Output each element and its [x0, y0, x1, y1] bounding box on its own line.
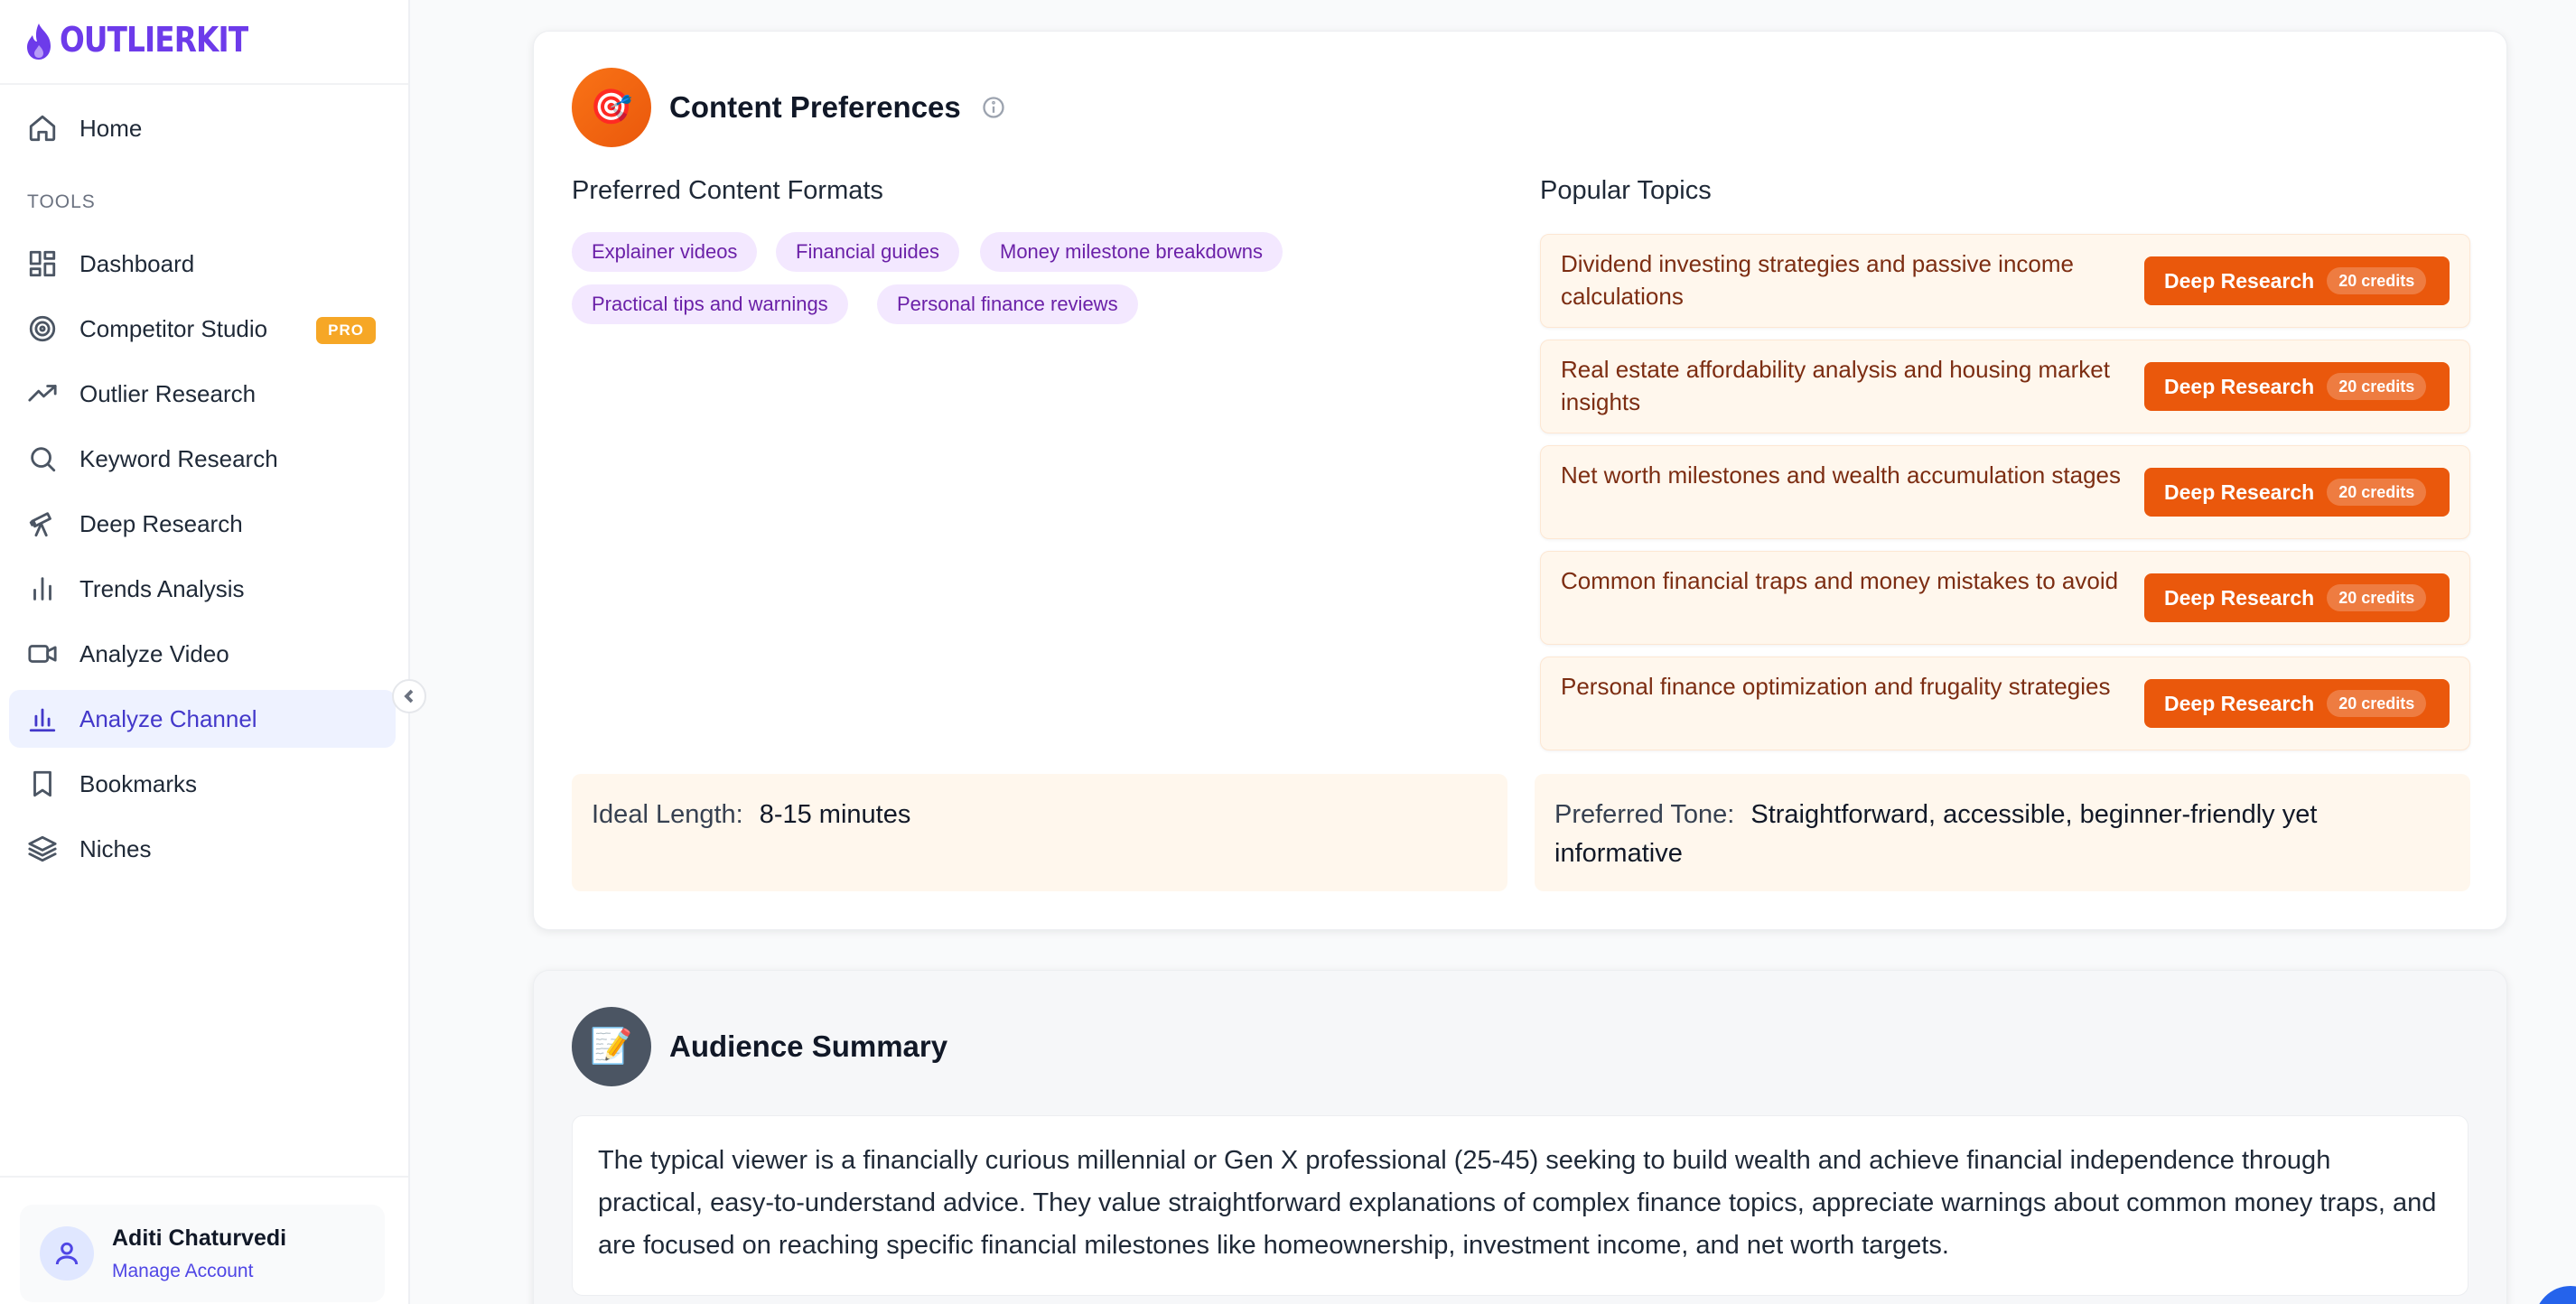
- sidebar-item-label: Dashboard: [79, 249, 195, 277]
- topic-row: Real estate affordability analysis and h…: [1540, 340, 2470, 433]
- avatar: [40, 1226, 94, 1281]
- button-label: Deep Research: [2164, 585, 2315, 610]
- sidebar-item-label: Trends Analysis: [79, 574, 245, 602]
- card-header: 🎯 Content Preferences: [572, 68, 1006, 147]
- credits-badge: 20 credits: [2327, 373, 2427, 400]
- topic-text: Dividend investing strategies and passiv…: [1561, 250, 2074, 310]
- user-icon: [55, 1242, 79, 1265]
- sidebar-item-bookmarks[interactable]: Bookmarks: [9, 755, 396, 813]
- topic-text: Personal finance optimization and frugal…: [1561, 673, 2111, 700]
- deep-research-button[interactable]: Deep Research 20 credits: [2144, 573, 2450, 622]
- deep-research-button[interactable]: Deep Research 20 credits: [2144, 468, 2450, 517]
- credits-badge: 20 credits: [2327, 690, 2427, 717]
- format-tag: Financial guides: [776, 232, 959, 272]
- content-preferences-card: 🎯 Content Preferences Preferred Content …: [533, 31, 2507, 930]
- logo[interactable]: OUTLIERKIT: [0, 0, 408, 85]
- card-title: Audience Summary: [669, 1029, 948, 1063]
- sidebar: OUTLIERKIT Home TOOLS Dashboard Competit…: [0, 0, 410, 1304]
- sidebar-item-trends-analysis[interactable]: Trends Analysis: [9, 560, 396, 618]
- floating-action-button[interactable]: [2534, 1286, 2576, 1304]
- format-tag: Personal finance reviews: [877, 284, 1138, 324]
- sidebar-item-label: Keyword Research: [79, 444, 278, 472]
- sidebar-item-label: Deep Research: [79, 509, 243, 537]
- sidebar-item-analyze-video[interactable]: Analyze Video: [9, 625, 396, 683]
- sidebar-item-analyze-channel[interactable]: Analyze Channel: [9, 690, 396, 748]
- ideal-length-value: 8-15 minutes: [759, 800, 911, 829]
- topic-text: Real estate affordability analysis and h…: [1561, 356, 2110, 415]
- bookmark-icon: [27, 768, 58, 799]
- button-label: Deep Research: [2164, 691, 2315, 715]
- button-label: Deep Research: [2164, 268, 2315, 293]
- sidebar-item-keyword-research[interactable]: Keyword Research: [9, 430, 396, 488]
- info-icon[interactable]: [981, 95, 1006, 120]
- sidebar-item-outlier-research[interactable]: Outlier Research: [9, 365, 396, 423]
- sidebar-item-label: Niches: [79, 834, 152, 862]
- sidebar-item-deep-research[interactable]: Deep Research: [9, 495, 396, 553]
- chevron-left-icon: [404, 689, 414, 703]
- sidebar-item-home[interactable]: Home: [9, 99, 396, 157]
- target-emoji-icon: 🎯: [572, 68, 651, 147]
- sidebar-item-label: Bookmarks: [79, 769, 198, 797]
- format-tag: Practical tips and warnings: [572, 284, 848, 324]
- sidebar-item-label: Competitor Studio: [79, 314, 268, 342]
- audience-summary-card: 📝 Audience Summary The typical viewer is…: [533, 970, 2507, 1304]
- audience-summary-text: The typical viewer is a financially curi…: [572, 1115, 2469, 1296]
- topic-row: Dividend investing strategies and passiv…: [1540, 234, 2470, 328]
- format-tag: Money milestone breakdowns: [980, 232, 1283, 272]
- target-icon: [27, 313, 58, 344]
- topic-row: Net worth milestones and wealth accumula…: [1540, 445, 2470, 539]
- card-header: 📝 Audience Summary: [572, 1007, 947, 1086]
- brand-name: OUTLIERKIT: [60, 20, 248, 60]
- credits-badge: 20 credits: [2327, 267, 2427, 294]
- topics-title: Popular Topics: [1540, 176, 1712, 205]
- flame-logo-icon: [27, 23, 51, 60]
- deep-research-button[interactable]: Deep Research 20 credits: [2144, 256, 2450, 305]
- card-title: Content Preferences: [669, 90, 961, 124]
- video-icon: [27, 638, 58, 669]
- formats-title: Preferred Content Formats: [572, 176, 883, 205]
- pro-badge: PRO: [316, 317, 376, 344]
- account-section: Aditi Chaturvedi Manage Account: [0, 1176, 408, 1304]
- preferred-tone-box: Preferred Tone: Straightforward, accessib…: [1535, 774, 2470, 891]
- dashboard-icon: [27, 248, 58, 279]
- preferred-tone-label: Preferred Tone:: [1554, 800, 1735, 829]
- deep-research-button[interactable]: Deep Research 20 credits: [2144, 679, 2450, 728]
- format-tag: Explainer videos: [572, 232, 758, 272]
- deep-research-button[interactable]: Deep Research 20 credits: [2144, 362, 2450, 411]
- credits-badge: 20 credits: [2327, 584, 2427, 611]
- button-label: Deep Research: [2164, 374, 2315, 398]
- topic-row: Common financial traps and money mistake…: [1540, 551, 2470, 645]
- sidebar-item-niches[interactable]: Niches: [9, 820, 396, 878]
- account-name: Aditi Chaturvedi: [112, 1225, 287, 1251]
- credits-badge: 20 credits: [2327, 479, 2427, 506]
- bar-chart-icon: [27, 573, 58, 604]
- topic-row: Personal finance optimization and frugal…: [1540, 657, 2470, 750]
- sidebar-item-label: Analyze Video: [79, 639, 229, 667]
- sidebar-item-label: Analyze Channel: [79, 704, 257, 732]
- memo-emoji-icon: 📝: [572, 1007, 651, 1086]
- home-icon: [27, 113, 58, 144]
- button-label: Deep Research: [2164, 480, 2315, 504]
- trending-up-icon: [27, 378, 58, 409]
- sidebar-item-label: Outlier Research: [79, 379, 257, 407]
- collapse-sidebar-button[interactable]: [392, 679, 426, 713]
- ideal-length-box: Ideal Length: 8-15 minutes: [572, 774, 1507, 891]
- telescope-icon: [27, 508, 58, 539]
- tools-section-label: TOOLS: [27, 191, 96, 212]
- ideal-length-label: Ideal Length:: [592, 800, 743, 829]
- search-icon: [27, 443, 58, 474]
- sidebar-item-dashboard[interactable]: Dashboard: [9, 235, 396, 293]
- manage-account-link[interactable]: Manage Account: [112, 1261, 286, 1282]
- topic-text: Net worth milestones and wealth accumula…: [1561, 461, 2121, 489]
- account-card[interactable]: Aditi Chaturvedi Manage Account: [20, 1205, 385, 1302]
- channel-chart-icon: [27, 703, 58, 734]
- sidebar-item-label: Home: [79, 114, 143, 142]
- layers-icon: [27, 834, 58, 864]
- sidebar-item-competitor-studio[interactable]: Competitor Studio PRO: [9, 300, 396, 358]
- topic-text: Common financial traps and money mistake…: [1561, 567, 2119, 594]
